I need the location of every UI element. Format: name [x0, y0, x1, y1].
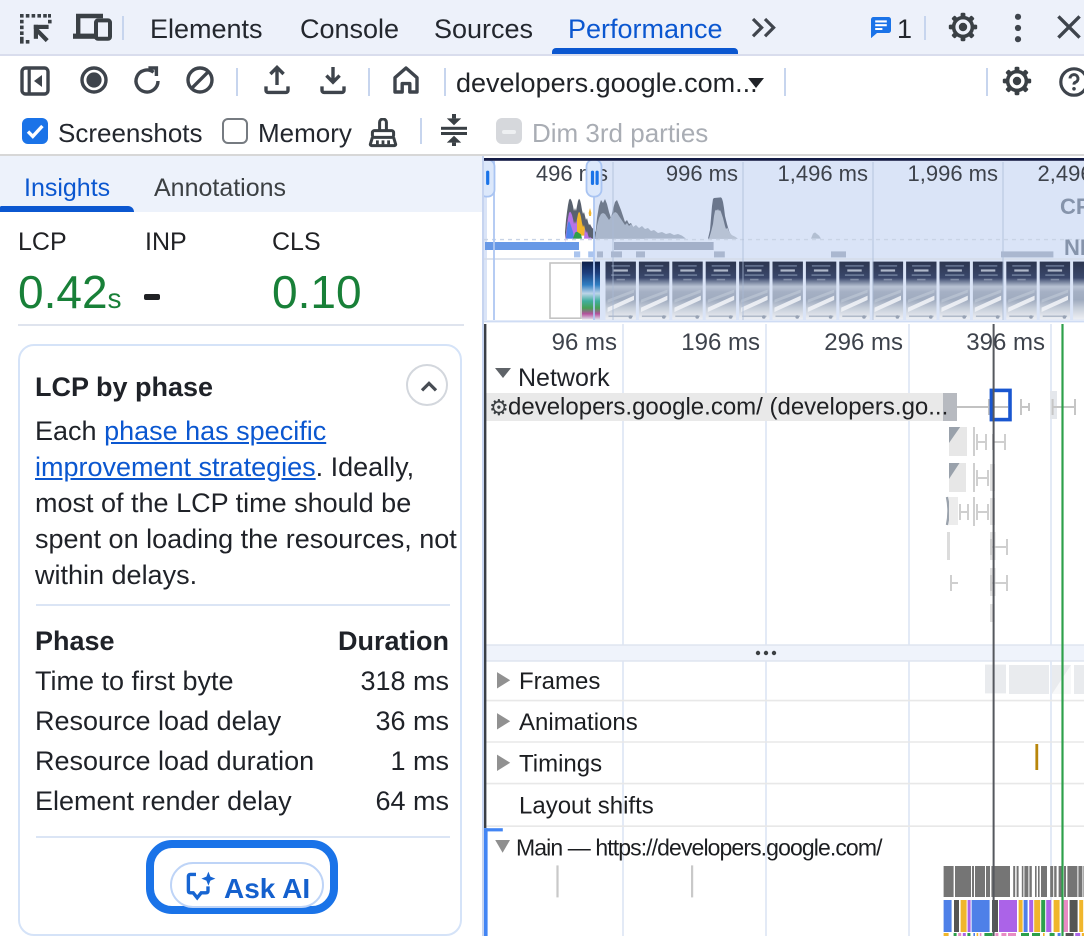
svg-text:396 ms: 396 ms	[965, 329, 1044, 356]
svg-text:developers.google.com/ (develo: developers.google.com/ (developers.go...	[507, 394, 947, 421]
svg-text:Timings: Timings	[518, 750, 601, 777]
svg-text:Main — https://developers.goog: Main — https://developers.google.com/	[515, 835, 882, 861]
svg-text:NET: NET	[1063, 235, 1084, 260]
svg-text:CPU: CPU	[1059, 194, 1084, 219]
svg-text:Layout shifts: Layout shifts	[518, 792, 653, 819]
svg-text:Network: Network	[517, 364, 609, 392]
svg-text:196 ms: 196 ms	[680, 329, 759, 356]
svg-text:Animations: Animations	[518, 709, 637, 736]
svg-text:1,496 ms: 1,496 ms	[777, 161, 868, 186]
svg-text:1,996 ms: 1,996 ms	[907, 161, 998, 186]
svg-text:⚙: ⚙	[488, 395, 508, 420]
svg-text:Frames: Frames	[518, 668, 599, 695]
svg-text:996 ms: 996 ms	[665, 161, 737, 186]
svg-text:96 ms: 96 ms	[551, 329, 616, 356]
svg-text:2,496 ms: 2,496 ms	[1037, 161, 1084, 186]
svg-text:296 ms: 296 ms	[823, 329, 902, 356]
